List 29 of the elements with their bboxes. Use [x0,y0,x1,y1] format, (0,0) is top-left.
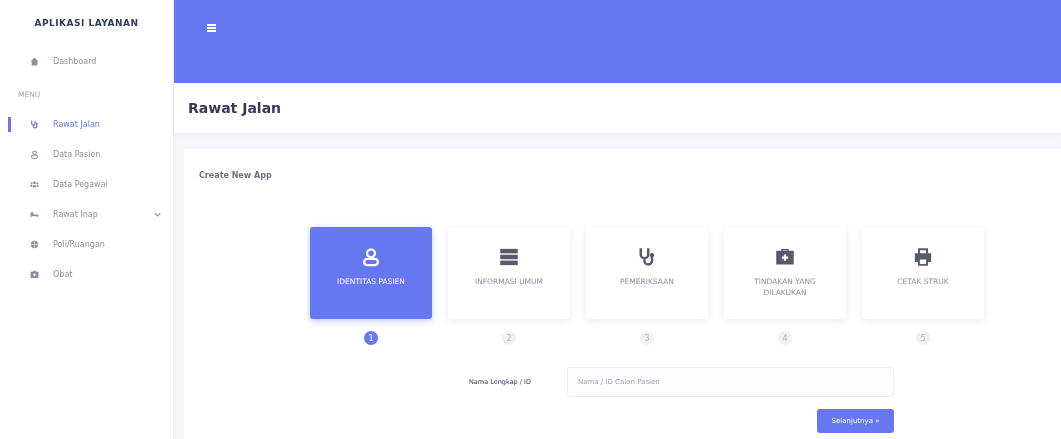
step-number[interactable]: 5 [916,331,930,345]
sidebar-item[interactable]: Rawat Inap [0,199,173,229]
stethoscope-icon [30,119,39,129]
step-number[interactable]: 1 [364,331,378,345]
server-icon [499,247,519,267]
menu-icon[interactable] [207,24,216,32]
step-number[interactable]: 3 [640,331,654,345]
sidebar-item[interactable]: Data Pasien [0,139,173,169]
page-title: Rawat Jalan [188,100,282,116]
bed-icon [30,209,39,219]
card-title: Create New App [199,171,273,180]
chevron-down-icon [154,211,161,217]
sidebar-item[interactable]: Obat [0,259,173,289]
home-icon [30,56,39,66]
sidebar-item[interactable]: Data Pegawai [0,169,173,199]
medkit-icon [775,247,795,267]
printer-icon [913,247,933,267]
sidebar-item[interactable]: Dashboard [0,46,173,76]
user-icon [30,149,39,159]
users-icon [30,179,39,189]
user-icon [361,247,381,267]
globe-icon [30,239,39,249]
stethoscope-icon [637,247,657,267]
medkit-icon [30,269,39,279]
sidebar-item[interactable]: Rawat Jalan [0,109,173,139]
step-number[interactable]: 4 [778,331,792,345]
step-number[interactable]: 2 [502,331,516,345]
brand-title: APLIKASI LAYANAN [33,18,140,30]
sidebar-item[interactable]: Poli/Ruangan [0,229,173,259]
